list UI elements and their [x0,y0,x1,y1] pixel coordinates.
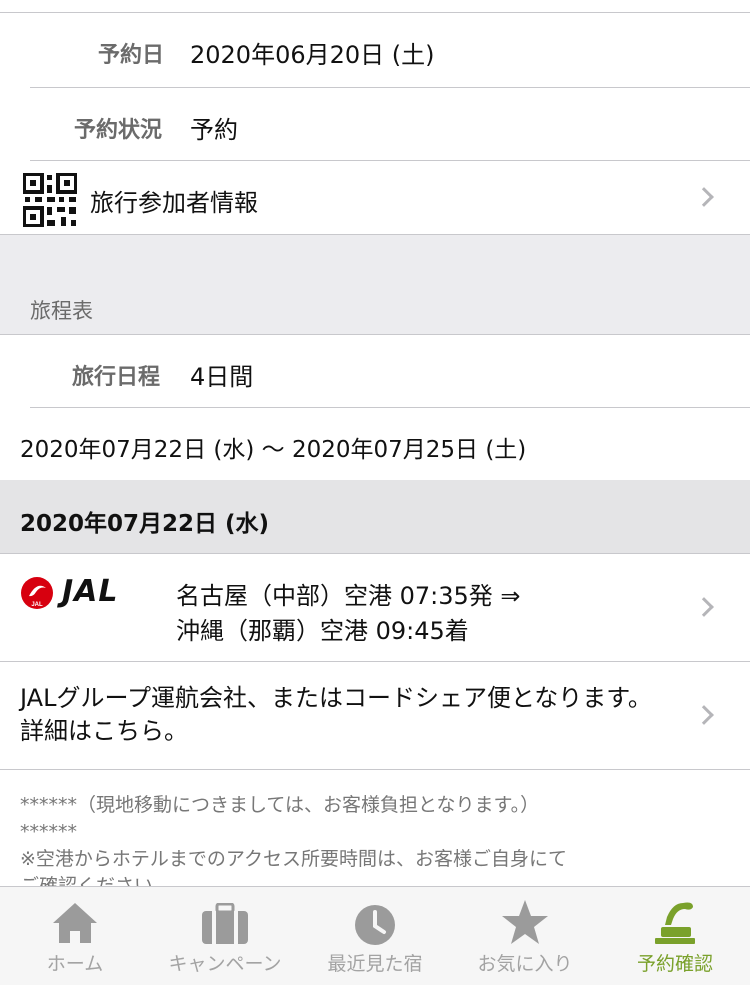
itinerary-section-header: 旅程表 [0,235,750,334]
suitcase-icon [202,903,248,944]
chevron-right-icon [694,705,714,725]
chevron-right-icon [694,187,714,207]
jal-crane-logo-icon: JAL [21,577,53,609]
tab-favorites-label: お気に入り [477,953,573,975]
trip-duration-label: 旅行日程 [72,365,161,390]
trip-range: 2020年07月22日 (水) 〜 2020年07月25日 (土) [20,437,527,463]
booking-date-row: 予約日 2020年06月20日 (土) [0,13,750,87]
tab-reservation-label: 予約確認 [636,953,713,975]
tab-reservation[interactable]: 予約確認 [600,887,750,985]
divider [0,769,750,770]
codeshare-notice-row[interactable]: JALグループ運航会社、またはコードシェア便となります。詳細はこちら。 [0,662,750,769]
participants-row[interactable]: 旅行参加者情報 [0,161,750,234]
day-header: 2020年07月22日 (水) [0,480,750,553]
itinerary-section-title: 旅程表 [30,299,93,323]
trip-range-row: 2020年07月22日 (水) 〜 2020年07月25日 (土) [0,408,750,480]
qr-code-icon [23,173,77,227]
note-line: ******（現地移動につきましては、お客様負担となります。） [20,794,540,816]
tab-campaign-label: キャンペーン [168,953,282,975]
day-header-date: 2020年07月22日 (水) [20,511,270,537]
booking-date-value: 2020年06月20日 (土) [190,41,435,69]
jal-logo-text: JAL [62,574,119,609]
flight-arrival: 沖縄（那覇）空港 09:45着 [176,617,469,645]
tab-home[interactable]: ホーム [0,887,150,985]
notes: ******（現地移動につきましては、お客様負担となります。） ****** ※… [20,792,740,886]
phone-icon [655,902,695,944]
flight-row[interactable]: JAL JAL 名古屋（中部）空港 07:35発 ⇒ 沖縄（那覇）空港 09:4… [0,554,750,661]
trip-duration-value: 4日間 [190,363,254,391]
clock-icon [355,905,395,945]
svg-text:JAL: JAL [31,602,43,608]
codeshare-notice: JALグループ運航会社、またはコードシェア便となります。詳細はこちら。 [20,684,652,745]
flight-departure: 名古屋（中部）空港 07:35発 ⇒ [176,582,521,610]
tab-bar: ホーム キャンペーン 最近見た宿 お気に入り 予約確認 [0,886,750,985]
note-line: ご確認ください。 [20,875,173,886]
tab-home-label: ホーム [46,953,104,975]
note-line: ****** [20,821,77,843]
trip-duration-row: 旅行日程 4日間 [0,335,750,407]
tab-recent-label: 最近見た宿 [327,953,423,975]
tab-recent[interactable]: 最近見た宿 [300,887,450,985]
participants-label: 旅行参加者情報 [90,189,258,217]
tab-campaign[interactable]: キャンペーン [150,887,300,985]
star-icon [502,900,548,944]
booking-status-value: 予約 [190,116,238,144]
note-line: ※空港からホテルまでのアクセス所要時間は、お客様ご自身にて [20,848,567,870]
tab-favorites[interactable]: お気に入り [450,887,600,985]
booking-status-row: 予約状況 予約 [0,88,750,160]
chevron-right-icon [694,597,714,617]
booking-date-label: 予約日 [98,43,165,68]
booking-status-label: 予約状況 [74,118,163,143]
home-icon [53,903,97,943]
